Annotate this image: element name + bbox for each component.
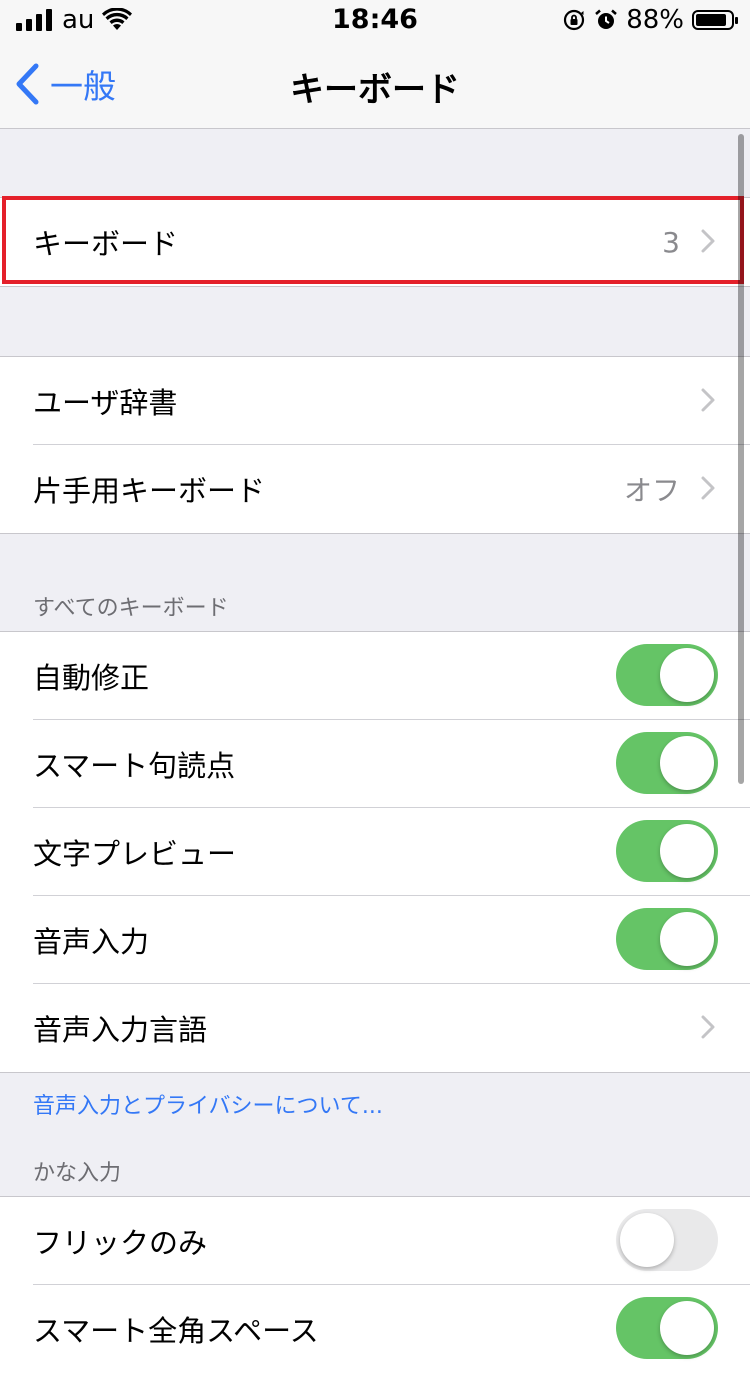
dictation-toggle[interactable]: [616, 908, 718, 970]
smart-punctuation-row: スマート句読点: [0, 720, 750, 808]
chevron-right-icon: [701, 1015, 715, 1039]
battery-level-fill: [696, 14, 726, 26]
keyboards-count: 3: [662, 225, 680, 259]
dictation-languages-label: 音声入力言語: [33, 1013, 208, 1047]
page-title: キーボード: [290, 70, 460, 110]
character-preview-toggle[interactable]: [616, 820, 718, 882]
chevron-right-icon: [701, 476, 715, 500]
kana-input-group: フリックのみ スマート全角スペース: [0, 1196, 750, 1373]
keyboards-group: キーボード 3: [0, 197, 750, 287]
user-dictionary-label: ユーザ辞書: [33, 386, 178, 420]
auto-correction-toggle[interactable]: [616, 644, 718, 706]
user-dictionary-row[interactable]: ユーザ辞書: [0, 357, 750, 445]
auto-correction-label: 自動修正: [33, 661, 150, 695]
one-handed-keyboard-row[interactable]: 片手用キーボード オフ: [0, 445, 750, 533]
smart-punctuation-toggle[interactable]: [616, 732, 718, 794]
chevron-right-icon: [701, 388, 715, 412]
flick-only-toggle[interactable]: [616, 1209, 718, 1271]
toggle-knob: [660, 736, 714, 790]
dictation-languages-row[interactable]: 音声入力言語: [0, 984, 750, 1072]
navigation-bar: 一般 キーボード: [0, 40, 750, 129]
toggle-knob: [660, 1301, 714, 1355]
chevron-right-icon: [701, 229, 715, 253]
kana-input-header: かな入力: [33, 1161, 122, 1186]
toggle-knob: [660, 824, 714, 878]
smart-fullwidth-space-label: スマート全角スペース: [33, 1314, 319, 1348]
keyboards-row[interactable]: キーボード 3: [0, 198, 750, 286]
status-bar: au 18:46 88%: [0, 0, 750, 40]
status-right: 88%: [562, 5, 738, 35]
toggle-knob: [620, 1213, 674, 1267]
toggle-knob: [660, 648, 714, 702]
one-handed-keyboard-value: オフ: [623, 474, 680, 507]
all-keyboards-header: すべてのキーボード: [33, 596, 229, 621]
smart-fullwidth-space-toggle[interactable]: [616, 1297, 718, 1359]
toggle-knob: [660, 912, 714, 966]
character-preview-label: 文字プレビュー: [33, 837, 237, 871]
battery-icon: [692, 10, 738, 30]
flick-only-label: フリックのみ: [33, 1226, 208, 1260]
scrollbar[interactable]: [738, 134, 744, 784]
battery-percent: 88%: [626, 5, 684, 35]
alarm-icon: [595, 9, 618, 29]
smart-fullwidth-space-row: スマート全角スペース: [0, 1285, 750, 1373]
smart-punctuation-label: スマート句読点: [33, 749, 236, 783]
all-keyboards-group: 自動修正 スマート句読点 文字プレビュー 音声入力 音声入力言語: [0, 631, 750, 1073]
keyboards-label: キーボード: [33, 227, 179, 261]
character-preview-row: 文字プレビュー: [0, 808, 750, 896]
dictation-privacy-link[interactable]: 音声入力とプライバシーについて...: [33, 1088, 383, 1120]
auto-correction-row: 自動修正: [0, 632, 750, 720]
orientation-lock-icon: [564, 9, 585, 31]
dictionary-group: ユーザ辞書 片手用キーボード オフ: [0, 356, 750, 534]
flick-only-row: フリックのみ: [0, 1197, 750, 1285]
dictation-row: 音声入力: [0, 896, 750, 984]
dictation-label: 音声入力: [33, 925, 150, 959]
one-handed-keyboard-label: 片手用キーボード: [33, 474, 266, 508]
